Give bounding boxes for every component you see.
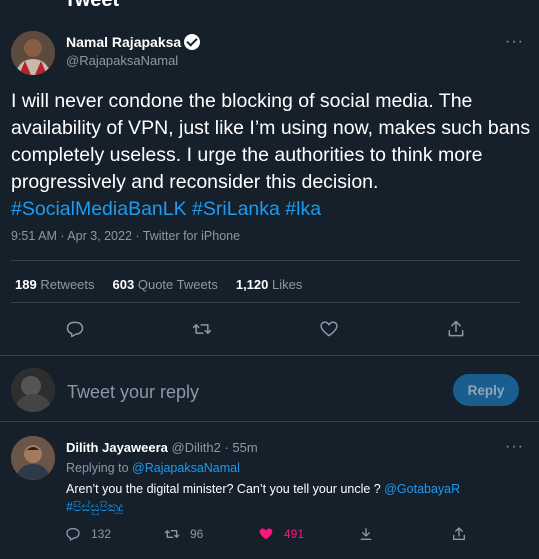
retweet-icon[interactable] <box>164 526 180 542</box>
quote-tweets-stat[interactable]: 603 Quote Tweets <box>113 277 218 292</box>
more-options-icon[interactable]: ··· <box>505 438 524 456</box>
reply-button[interactable]: Reply <box>453 374 519 406</box>
reply-icon[interactable] <box>65 526 81 542</box>
replying-to-link[interactable]: @RajapaksaNamal <box>132 461 240 475</box>
share-action[interactable] <box>358 526 374 542</box>
retweets-stat[interactable]: 189 Retweets <box>15 277 95 292</box>
reply-author-avatar[interactable] <box>11 436 55 480</box>
download-share-icon[interactable] <box>358 526 374 542</box>
author-avatar[interactable] <box>11 31 55 75</box>
divider <box>11 302 520 303</box>
tweet-stats: 189 Retweets 603 Quote Tweets 1,120 Like… <box>15 277 302 292</box>
like-count-action[interactable]: 491 <box>258 526 304 542</box>
share-icon[interactable] <box>451 526 467 542</box>
share-icon[interactable] <box>446 319 466 339</box>
replying-to: Replying to @RajapaksaNamal <box>66 461 240 475</box>
hashtag-link[interactable]: #SriLanka <box>192 198 280 220</box>
like-icon[interactable] <box>319 319 339 339</box>
hashtag-link[interactable]: #පිස්සුපිකුදු <box>66 500 124 514</box>
mention-link[interactable]: @GotabayaR <box>384 482 460 496</box>
more-options-icon[interactable]: ··· <box>505 33 524 51</box>
reply-text: Aren’t you the digital minister? Can’t y… <box>66 482 461 514</box>
divider <box>11 260 520 261</box>
likes-stat[interactable]: 1,120 Likes <box>236 277 303 292</box>
hashtag-link[interactable]: #SocialMediaBanLK <box>11 198 187 220</box>
user-avatar[interactable] <box>11 368 55 412</box>
reply-author[interactable]: Dilith Jayaweera @Dilith2 · 55m <box>66 440 258 455</box>
page-title: Tweet <box>64 0 120 11</box>
reply-composer: Tweet your reply Reply <box>0 355 539 421</box>
reply-actions: 132 96 491 <box>0 526 539 546</box>
tweet-meta[interactable]: 9:51 AM · Apr 3, 2022 · Twitter for iPho… <box>11 229 240 243</box>
hashtag-link[interactable]: #lka <box>285 198 321 220</box>
verified-badge-icon <box>184 34 201 50</box>
reply-count-action[interactable]: 132 <box>65 526 111 542</box>
retweet-icon[interactable] <box>192 319 212 339</box>
liked-heart-icon[interactable] <box>258 526 274 542</box>
tweet-body: I will never condone the blocking of soc… <box>11 90 531 193</box>
tweet-actions <box>0 317 539 341</box>
retweet-count-action[interactable]: 96 <box>164 526 203 542</box>
author-handle[interactable]: @RajapaksaNamal <box>66 53 178 68</box>
share-action[interactable] <box>451 526 467 542</box>
tweet-text: I will never condone the blocking of soc… <box>11 88 531 223</box>
reply-icon[interactable] <box>65 319 85 339</box>
author-name[interactable]: Namal Rajapaksa <box>66 34 201 50</box>
reply-input[interactable]: Tweet your reply <box>67 382 199 403</box>
reply-tweet[interactable]: Dilith Jayaweera @Dilith2 · 55m ··· Repl… <box>0 422 539 559</box>
